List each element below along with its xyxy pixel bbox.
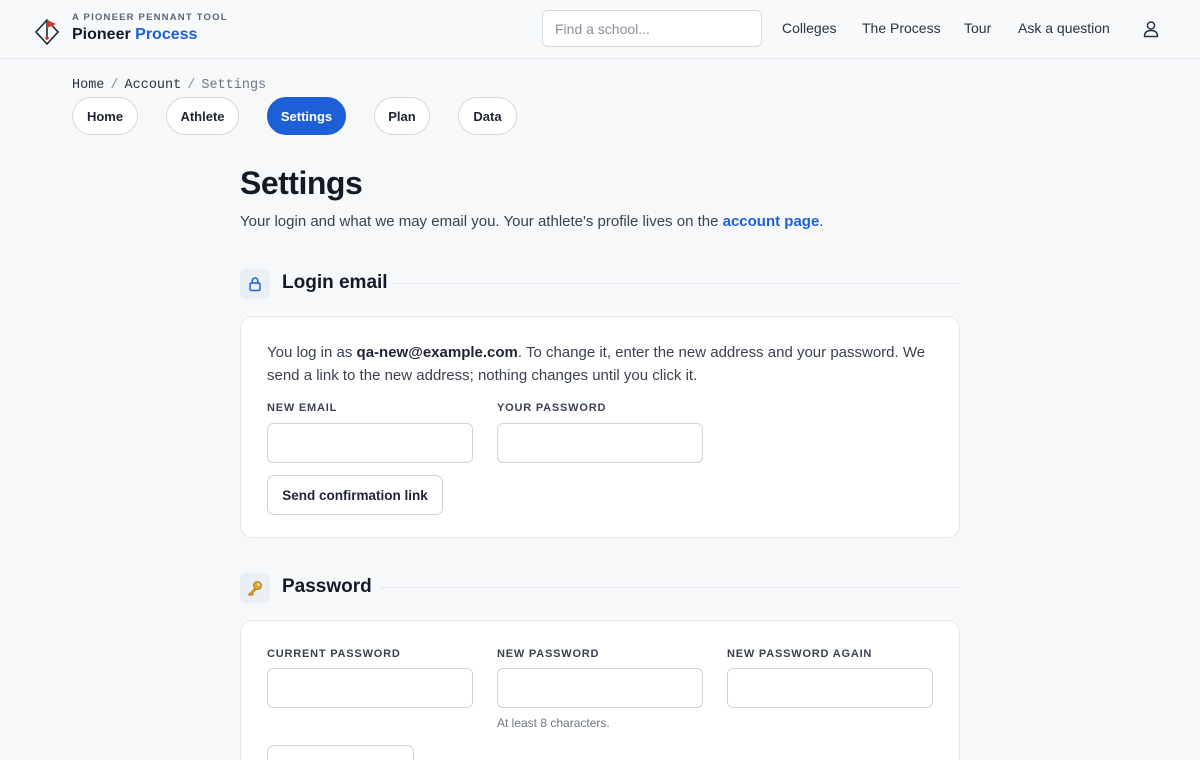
send-confirmation-link-button[interactable]: Send confirmation link [267,475,443,515]
breadcrumb-account[interactable]: Account [125,78,182,93]
login-text-start: You log in as [267,344,357,361]
new-password-label: NEW PASSWORD [497,648,600,660]
tab-plan[interactable]: Plan [374,97,430,135]
brand-name: Pioneer Process [72,26,197,44]
section-divider [394,283,960,284]
search-input[interactable] [542,10,762,47]
brand-kicker: A PIONEER PENNANT TOOL [72,12,228,23]
key-icon [240,573,270,603]
tab-settings[interactable]: Settings [267,97,346,135]
password-card: CURRENT PASSWORD NEW PASSWORD At least 8… [240,620,960,760]
breadcrumb: Home / Account / Settings [72,78,266,93]
new-password-field[interactable] [497,668,703,708]
current-password-label: CURRENT PASSWORD [267,648,401,660]
breadcrumb-separator: / [110,78,119,93]
lock-icon [240,269,270,299]
login-email-heading: Login email [282,272,388,293]
page-title: Settings [240,165,363,201]
password-heading: Password [282,576,372,597]
intro-end: . [819,213,824,230]
your-password-field[interactable] [497,423,703,463]
brand-name-part2: Process [135,26,198,43]
breadcrumb-current: Settings [201,78,267,93]
current-login-email: qa-new@example.com [356,344,518,361]
pennant-diamond-icon [34,18,60,46]
nav-colleges[interactable]: Colleges [782,20,836,36]
change-password-button[interactable] [267,745,414,760]
new-email-field[interactable] [267,423,473,463]
your-password-label: YOUR PASSWORD [497,402,607,414]
current-password-field[interactable] [267,668,473,708]
top-bar: A PIONEER PENNANT TOOL Pioneer Process C… [0,0,1200,59]
tab-data[interactable]: Data [458,97,517,135]
user-icon[interactable] [1142,20,1160,38]
login-email-card: You log in as qa-new@example.com. To cha… [240,316,960,538]
new-password-hint: At least 8 characters. [497,716,610,730]
nav-the-process[interactable]: The Process [862,20,941,36]
new-password-again-label: NEW PASSWORD AGAIN [727,648,873,660]
breadcrumb-separator: / [187,78,196,93]
nav-tour[interactable]: Tour [964,20,991,36]
new-email-label: NEW EMAIL [267,402,338,414]
page-intro: Your login and what we may email you. Yo… [240,213,823,230]
section-divider [380,587,960,588]
breadcrumb-home[interactable]: Home [72,78,104,93]
login-email-description: You log in as qa-new@example.com. To cha… [267,341,937,387]
tab-athlete[interactable]: Athlete [166,97,239,135]
intro-text: Your login and what we may email you. Yo… [240,213,723,230]
nav-ask-a-question[interactable]: Ask a question [1018,20,1110,36]
brand-name-part1: Pioneer [72,26,131,43]
tab-home[interactable]: Home [72,97,138,135]
account-page-link[interactable]: account page [723,213,820,230]
new-password-again-field[interactable] [727,668,933,708]
